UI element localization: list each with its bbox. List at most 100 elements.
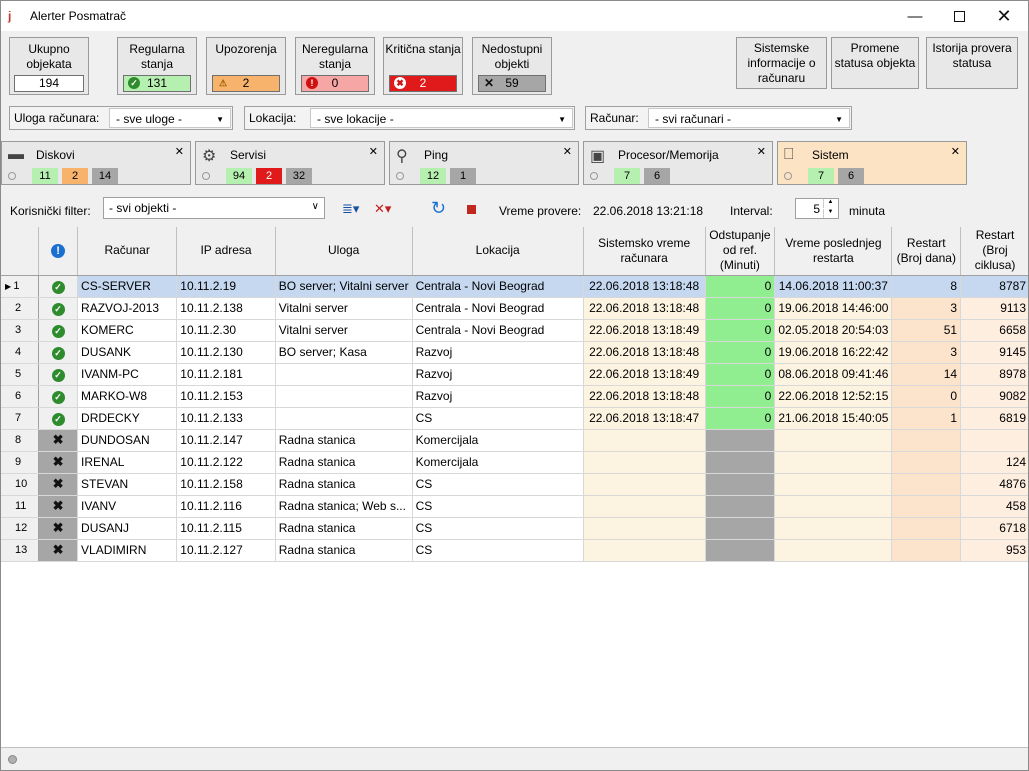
spin-down-icon[interactable]: ▼ — [823, 209, 837, 218]
ip-cell[interactable]: 10.11.2.127 — [176, 539, 276, 562]
location-cell[interactable]: Centrala - Novi Beograd — [412, 297, 584, 320]
restart-cycles-header[interactable]: Restart (Broj ciklusa) — [960, 227, 1028, 276]
computer-dropdown[interactable]: - svi računari - ▼ — [648, 108, 850, 128]
deviation-cell[interactable] — [705, 495, 776, 518]
restart-days-cell[interactable] — [891, 451, 962, 474]
row-number[interactable]: 2 — [1, 297, 40, 320]
restart-cycles-cell[interactable]: 953 — [960, 539, 1028, 562]
table-row[interactable]: 10 ✖ STEVAN 10.11.2.158 Radna stanica CS 4876 — [1, 473, 1028, 496]
role-cell[interactable]: Vitalni server — [275, 319, 413, 342]
table-row[interactable]: 11 ✖ IVANV 10.11.2.116 Radna stanica; Web s.… — [1, 495, 1028, 518]
last-restart-cell[interactable] — [774, 539, 893, 562]
computer-cell[interactable]: DUSANK — [77, 341, 178, 364]
last-restart-cell[interactable]: 19.06.2018 14:46:00 — [774, 297, 893, 320]
row-number[interactable]: 11 — [1, 495, 40, 518]
restart-days-cell[interactable] — [891, 429, 962, 452]
status-header[interactable]: ! — [38, 227, 79, 276]
computer-cell[interactable]: VLADIMIRN — [77, 539, 178, 562]
tab-services[interactable]: ⚙ Servisi ✕ 94 2 32 — [195, 141, 385, 185]
status-cell[interactable]: ✓ — [38, 275, 79, 298]
status-cell[interactable]: ✖ — [38, 539, 79, 562]
deviation-cell[interactable]: 0 — [705, 385, 776, 408]
deviation-cell[interactable] — [705, 473, 776, 496]
computer-cell[interactable]: DRDECKY — [77, 407, 178, 430]
computer-cell[interactable]: MARKO-W8 — [77, 385, 178, 408]
location-dropdown[interactable]: - sve lokacije - ▼ — [310, 108, 573, 128]
tab-disks[interactable]: ▬ Diskovi ✕ 11 2 14 — [1, 141, 191, 185]
status-cell[interactable]: ✖ — [38, 451, 79, 474]
role-cell[interactable]: Radna stanica — [275, 451, 413, 474]
restart-cycles-cell[interactable]: 8978 — [960, 363, 1028, 386]
systime-cell[interactable] — [583, 429, 706, 452]
restart-days-cell[interactable]: 14 — [891, 363, 962, 386]
deviation-cell[interactable] — [705, 517, 776, 540]
maximize-button[interactable] — [936, 1, 982, 31]
systime-cell[interactable]: 22.06.2018 13:18:48 — [583, 341, 706, 364]
stop-icon[interactable] — [467, 205, 476, 214]
status-cell[interactable]: ✓ — [38, 341, 79, 364]
deviation-cell[interactable]: 0 — [705, 407, 776, 430]
restart-cycles-cell[interactable]: 9113 — [960, 297, 1028, 320]
ip-cell[interactable]: 10.11.2.133 — [176, 407, 276, 430]
deviation-cell[interactable]: 0 — [705, 275, 776, 298]
role-cell[interactable] — [275, 363, 413, 386]
restart-days-cell[interactable] — [891, 495, 962, 518]
computer-cell[interactable]: IVANV — [77, 495, 178, 518]
row-number[interactable]: 5 — [1, 363, 40, 386]
restart-days-header[interactable]: Restart (Broj dana) — [891, 227, 962, 276]
role-cell[interactable]: Radna stanica — [275, 517, 413, 540]
computer-cell[interactable]: CS-SERVER — [77, 275, 178, 298]
computer-cell[interactable]: STEVAN — [77, 473, 178, 496]
unavailable-objects-card[interactable]: Nedostupni objekti ✕ 59 — [472, 37, 552, 95]
systime-header[interactable]: Sistemsko vreme računara — [583, 227, 706, 276]
restart-days-cell[interactable]: 0 — [891, 385, 962, 408]
last-restart-cell[interactable] — [774, 429, 893, 452]
status-cell[interactable]: ✖ — [38, 473, 79, 496]
computer-cell[interactable]: RAZVOJ-2013 — [77, 297, 178, 320]
filter-edit-icon[interactable]: ≣▾ — [342, 201, 359, 217]
close-icon[interactable]: ✕ — [369, 145, 378, 158]
computer-cell[interactable]: DUNDOSAN — [77, 429, 178, 452]
restart-days-cell[interactable] — [891, 473, 962, 496]
systime-cell[interactable]: 22.06.2018 13:18:47 — [583, 407, 706, 430]
table-row[interactable]: ▶ 1 ✓ CS-SERVER 10.11.2.19 BO server; Vitaln… — [1, 275, 1028, 298]
status-cell[interactable]: ✓ — [38, 297, 79, 320]
row-number[interactable]: 12 — [1, 517, 40, 540]
critical-states-card[interactable]: Kritična stanja ✖ 2 — [383, 37, 463, 95]
table-row[interactable]: 4 ✓ DUSANK 10.11.2.130 BO server; Kasa Razvoj… — [1, 341, 1028, 364]
restart-cycles-cell[interactable]: 124 — [960, 451, 1028, 474]
table-row[interactable]: 5 ✓ IVANM-PC 10.11.2.181 Razvoj 22.06.2018 13… — [1, 363, 1028, 386]
role-dropdown[interactable]: - sve uloge - ▼ — [109, 108, 231, 128]
systime-cell[interactable]: 22.06.2018 13:18:49 — [583, 319, 706, 342]
deviation-cell[interactable] — [705, 429, 776, 452]
row-number[interactable]: ▶ 1 — [1, 275, 40, 298]
last-restart-header[interactable]: Vreme poslednjeg restarta — [774, 227, 893, 276]
status-cell[interactable]: ✓ — [38, 363, 79, 386]
restart-cycles-cell[interactable]: 6658 — [960, 319, 1028, 342]
row-number[interactable]: 8 — [1, 429, 40, 452]
role-cell[interactable]: BO server; Vitalni server — [275, 275, 413, 298]
row-number[interactable]: 3 — [1, 319, 40, 342]
restart-days-cell[interactable] — [891, 517, 962, 540]
refresh-icon[interactable]: ↻ — [431, 198, 446, 219]
row-number[interactable]: 10 — [1, 473, 40, 496]
location-cell[interactable]: CS — [412, 517, 584, 540]
location-cell[interactable]: CS — [412, 407, 584, 430]
deviation-cell[interactable] — [705, 451, 776, 474]
close-icon[interactable]: ✕ — [563, 145, 572, 158]
last-restart-cell[interactable] — [774, 495, 893, 518]
user-filter-dropdown[interactable]: - svi objekti - ∨ — [103, 197, 325, 219]
restart-days-cell[interactable]: 3 — [891, 341, 962, 364]
restart-days-cell[interactable]: 3 — [891, 297, 962, 320]
table-row[interactable]: 13 ✖ VLADIMIRN 10.11.2.127 Radna stanica CS 95… — [1, 539, 1028, 562]
table-row[interactable]: 7 ✓ DRDECKY 10.11.2.133 CS 22.06.2018 13:18:4… — [1, 407, 1028, 430]
location-cell[interactable]: Komercijala — [412, 451, 584, 474]
location-cell[interactable]: Centrala - Novi Beograd — [412, 319, 584, 342]
status-history-button[interactable]: Istorija provera statusa — [926, 37, 1018, 89]
restart-cycles-cell[interactable]: 9145 — [960, 341, 1028, 364]
location-cell[interactable]: Razvoj — [412, 363, 584, 386]
table-row[interactable]: 6 ✓ MARKO-W8 10.11.2.153 Razvoj 22.06.2018 13… — [1, 385, 1028, 408]
role-cell[interactable]: Radna stanica; Web s... — [275, 495, 413, 518]
restart-cycles-cell[interactable]: 458 — [960, 495, 1028, 518]
last-restart-cell[interactable]: 21.06.2018 15:40:05 — [774, 407, 893, 430]
